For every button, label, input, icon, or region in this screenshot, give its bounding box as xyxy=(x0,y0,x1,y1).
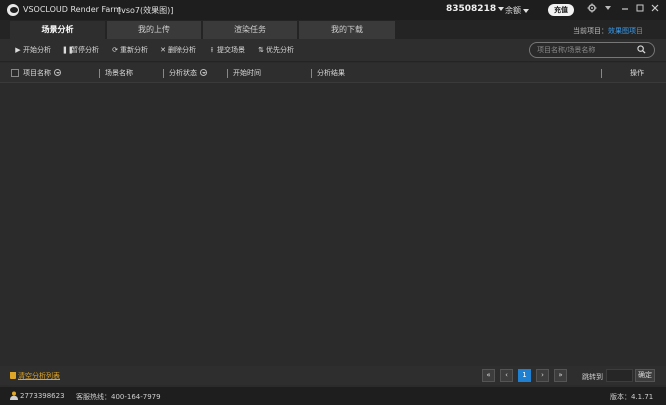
version: 版本：4.1.71 xyxy=(610,393,654,401)
search-input[interactable] xyxy=(537,45,632,55)
next-page-button[interactable]: › xyxy=(536,369,549,382)
select-all-checkbox[interactable] xyxy=(11,69,19,77)
column-analysis-result: 分析结果 xyxy=(317,69,345,77)
app-logo-icon xyxy=(7,4,19,16)
balance-menu[interactable]: 余额 xyxy=(505,5,529,16)
user-id: 2773398623 xyxy=(20,392,65,400)
search-icon[interactable] xyxy=(637,45,646,54)
trash-icon xyxy=(10,372,16,379)
chevron-down-icon xyxy=(523,8,529,13)
column-divider[interactable] xyxy=(99,69,100,78)
clear-analysis-list-label: 清空分析列表 xyxy=(18,372,60,380)
tab-render-tasks[interactable]: 渲染任务 xyxy=(203,21,297,39)
prev-page-button[interactable]: ‹ xyxy=(500,369,513,382)
tab-scene-analysis[interactable]: 场景分析 xyxy=(10,21,105,39)
project-title: [vso7(效果图)] xyxy=(118,6,174,15)
current-project: 当前项目：效果图项目 xyxy=(573,26,643,36)
column-project-name-label: 项目名称 xyxy=(23,69,51,77)
upload-icon: ⭱ xyxy=(210,46,214,54)
app-title: VSOCLOUD Render Farm xyxy=(23,5,122,14)
column-divider[interactable] xyxy=(601,69,602,78)
current-project-label: 当前项目： xyxy=(573,27,608,35)
maximize-icon[interactable] xyxy=(634,3,646,15)
column-project-name[interactable]: 项目名称 xyxy=(23,69,61,78)
column-start-time: 开始时间 xyxy=(233,69,261,77)
delete-analysis-button[interactable]: ✕ 删除分析 xyxy=(159,45,196,55)
column-actions: 操作 xyxy=(630,69,644,77)
play-icon: ▶ xyxy=(15,46,21,54)
submit-scene-label: 提交场景 xyxy=(217,46,245,54)
pause-analysis-button[interactable]: ❚❚暂停分析 xyxy=(62,45,99,55)
pause-icon: ❚❚ xyxy=(62,46,74,54)
tab-my-downloads[interactable]: 我的下载 xyxy=(299,21,395,39)
gear-icon[interactable] xyxy=(586,3,598,15)
first-page-button[interactable]: « xyxy=(482,369,495,382)
page-number-button[interactable]: 1 xyxy=(518,369,531,382)
table-body xyxy=(0,84,666,364)
close-icon: ✕ xyxy=(160,46,166,54)
column-scene-name: 场景名称 xyxy=(105,69,133,77)
priority-analysis-button[interactable]: ⇅ 优先分析 xyxy=(257,45,294,55)
hotline: 客服热线：400-164-7979 xyxy=(76,393,161,401)
column-analysis-status-label: 分析状态 xyxy=(169,69,197,77)
recharge-button[interactable]: 充值 xyxy=(548,4,574,16)
last-page-button[interactable]: » xyxy=(554,369,567,382)
delete-analysis-label: 删除分析 xyxy=(168,46,196,54)
start-analysis-button[interactable]: ▶ 开始分析 xyxy=(14,45,51,55)
column-divider[interactable] xyxy=(311,69,312,78)
menu-dropdown-icon[interactable] xyxy=(602,3,614,15)
column-divider[interactable] xyxy=(227,69,228,78)
clear-analysis-list-button[interactable]: 清空分析列表 xyxy=(10,371,60,381)
close-window-icon[interactable] xyxy=(649,3,661,15)
column-analysis-status[interactable]: 分析状态 xyxy=(169,69,207,78)
sort-dropdown-icon[interactable] xyxy=(54,69,61,76)
priority-analysis-label: 优先分析 xyxy=(266,46,294,54)
filter-dropdown-icon[interactable] xyxy=(200,69,207,76)
jump-page-input[interactable] xyxy=(606,369,633,382)
balance-label: 余额 xyxy=(505,6,521,15)
search-box xyxy=(529,42,655,58)
reanalyze-label: 重新分析 xyxy=(120,46,148,54)
user-icon xyxy=(10,391,18,400)
start-analysis-label: 开始分析 xyxy=(23,46,51,54)
tab-my-uploads[interactable]: 我的上传 xyxy=(107,21,201,39)
column-divider[interactable] xyxy=(163,69,164,78)
chevron-down-icon xyxy=(498,6,505,11)
current-project-link[interactable]: 效果图项目 xyxy=(608,27,643,35)
reanalyze-button[interactable]: ⟳ 重新分析 xyxy=(111,45,148,55)
jump-to-label: 跳转到 xyxy=(582,373,603,381)
priority-icon: ⇅ xyxy=(258,46,264,54)
pause-analysis-label: 暂停分析 xyxy=(71,46,99,54)
account-id: 83508218 xyxy=(446,4,497,14)
account-menu[interactable]: 83508218 xyxy=(446,4,505,14)
minimize-icon[interactable] xyxy=(619,3,631,15)
refresh-icon: ⟳ xyxy=(112,46,118,54)
confirm-jump-button[interactable]: 确定 xyxy=(635,369,655,382)
submit-scene-button[interactable]: ⭱ 提交场景 xyxy=(208,45,245,55)
